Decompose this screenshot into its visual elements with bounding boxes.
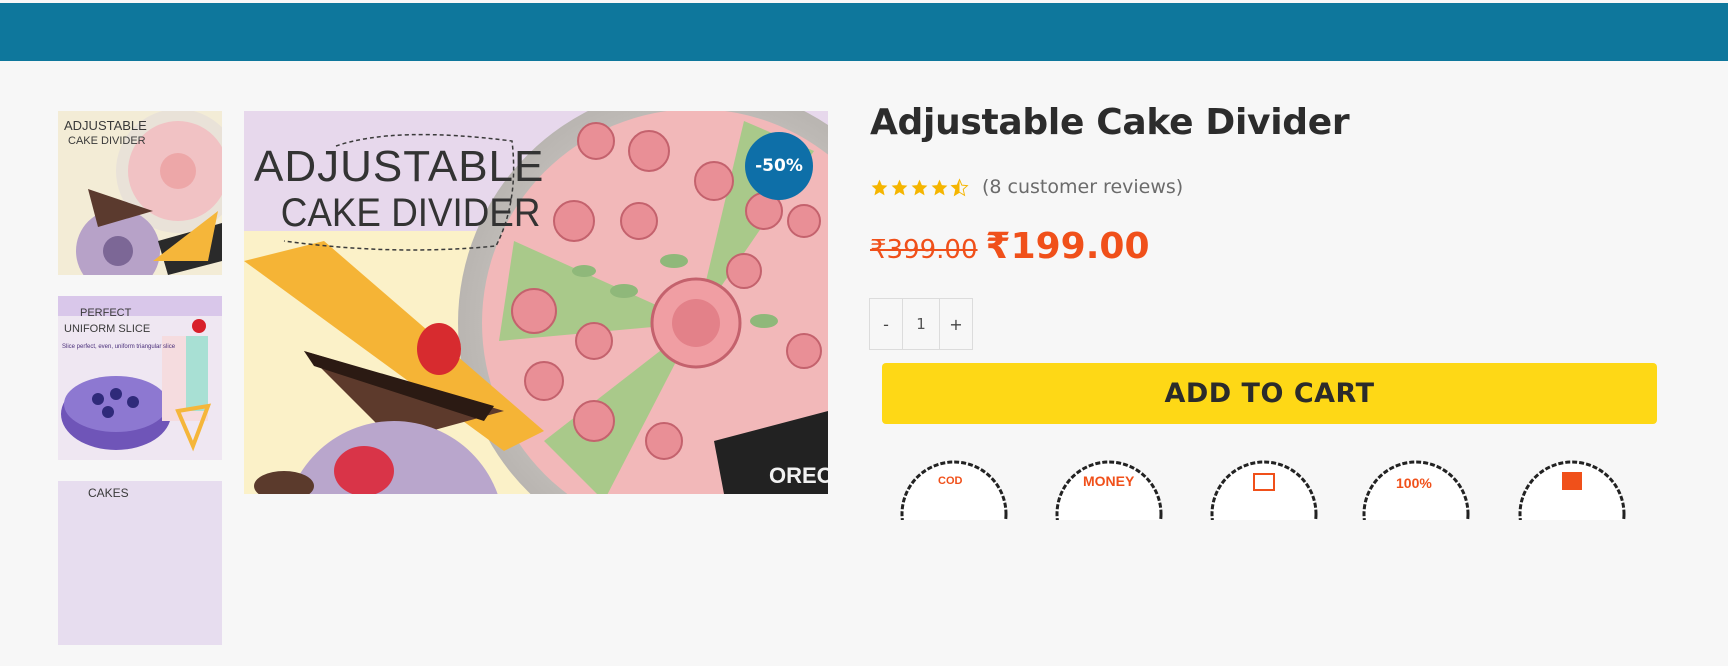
original-price: ₹399.00 [870, 235, 978, 265]
svg-text:OREO: OREO [769, 463, 828, 488]
thumbnail-2-caption: Slice perfect, even, uniform triangular … [62, 344, 176, 350]
thumbnail-2[interactable]: PERFECT UNIFORM SLICE Slice perfect, eve… [58, 296, 222, 460]
thumbnail-3[interactable]: CAKES [58, 481, 222, 645]
main-image-heading-1: ADJUSTABLE [254, 142, 544, 191]
quantity-stepper: - + [869, 298, 973, 350]
thumbnail-3-image: CAKES [58, 481, 222, 645]
product-rating: (8 customer reviews) [870, 176, 1183, 198]
main-image-heading-2: CAKE DIVIDER [281, 191, 541, 236]
main-product-illustration: OREO ADJUSTABLE CAKE DIVIDER [244, 111, 828, 494]
thumbnail-1-image: ADJUSTABLE CAKE DIVIDER [58, 111, 222, 275]
product-title: Adjustable Cake Divider [870, 102, 1350, 143]
star-rating [870, 177, 970, 197]
star-icon [911, 179, 928, 195]
trust-badges: COD MONEY 100% [900, 460, 1660, 520]
quantity-input[interactable] [902, 299, 940, 349]
star-icon [871, 179, 888, 195]
star-half-icon [950, 177, 969, 196]
thumbnail-3-heading: CAKES [88, 486, 129, 500]
shop-badge-icon [1518, 460, 1626, 520]
top-header-bar [0, 3, 1728, 61]
star-icon [891, 179, 908, 195]
main-product-image[interactable]: OREO ADJUSTABLE CAKE DIVIDER [244, 111, 828, 494]
money-back-badge-label: MONEY [1083, 473, 1135, 489]
thumbnail-1-heading-1: ADJUSTABLE [64, 118, 147, 133]
secure-badge-icon [1210, 460, 1318, 520]
thumbnail-2-image: PERFECT UNIFORM SLICE Slice perfect, eve… [58, 296, 222, 460]
thumbnail-gallery: ADJUSTABLE CAKE DIVIDER PERFECT UNIFORM … [58, 111, 222, 666]
quantity-decrease-button[interactable]: - [870, 299, 902, 349]
thumbnail-1[interactable]: ADJUSTABLE CAKE DIVIDER [58, 111, 222, 275]
add-to-cart-button[interactable]: ADD TO CART [882, 363, 1657, 424]
quantity-increase-button[interactable]: + [940, 299, 972, 349]
thumbnail-2-heading-2: UNIFORM SLICE [64, 323, 150, 335]
sale-badge: -50% [745, 132, 813, 200]
price-block: ₹399.00 ₹199.00 [870, 226, 1150, 267]
star-icon [931, 179, 948, 195]
thumbnail-1-heading-2: CAKE DIVIDER [68, 135, 146, 147]
quality-badge-label: 100% [1396, 475, 1432, 491]
thumbnail-2-heading-1: PERFECT [80, 307, 132, 319]
cod-badge-icon: COD [900, 460, 1008, 520]
sale-price: ₹199.00 [985, 226, 1150, 267]
quality-badge-icon: 100% [1362, 460, 1470, 520]
cod-badge-label: COD [938, 475, 963, 487]
money-back-badge-icon: MONEY [1055, 460, 1163, 520]
customer-reviews-link[interactable]: (8 customer reviews) [982, 176, 1183, 198]
